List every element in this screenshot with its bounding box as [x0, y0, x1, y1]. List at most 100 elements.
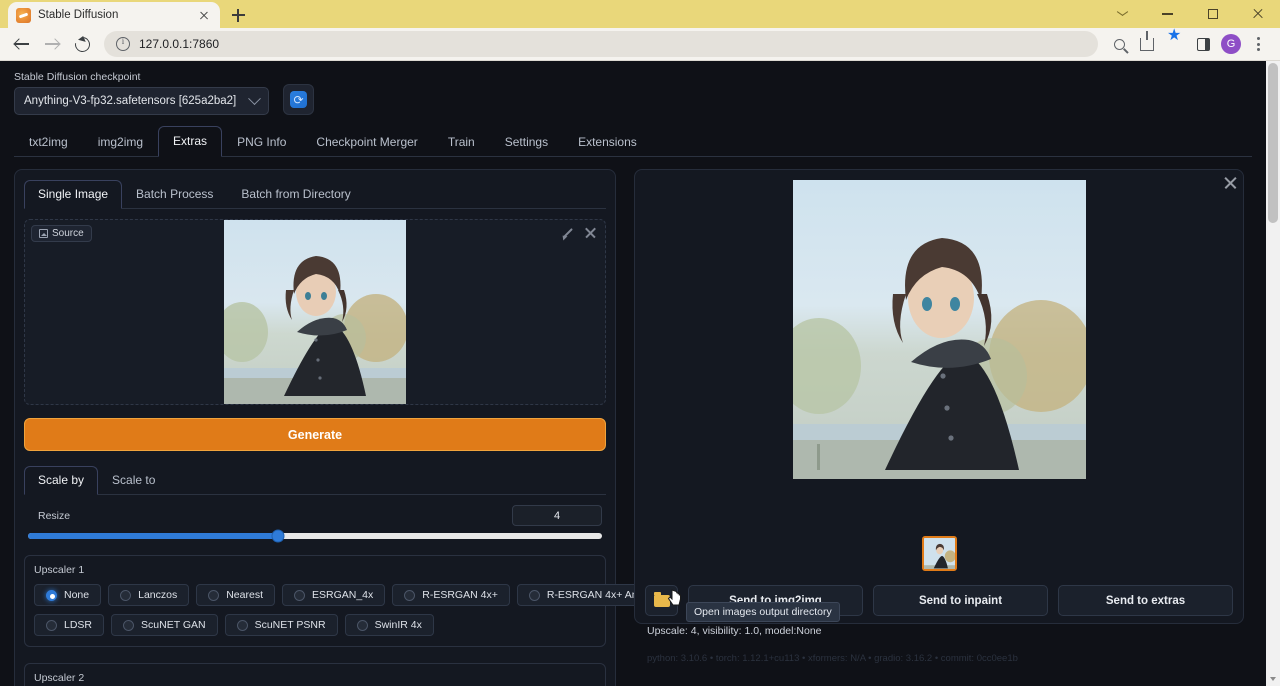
- right-panel: Send to img2img Send to inpaint Send to …: [634, 169, 1244, 624]
- checkpoint-dropdown[interactable]: Anything-V3-fp32.safetensors [625a2ba2]: [14, 87, 269, 115]
- tab-checkpoint-merger[interactable]: Checkpoint Merger: [301, 127, 432, 157]
- chevron-down-icon: [248, 92, 261, 105]
- upscaler1-option-lanczos[interactable]: Lanczos: [108, 584, 189, 606]
- checkpoint-field: Stable Diffusion checkpoint Anything-V3-…: [14, 71, 269, 115]
- upscaler-2-title: Upscaler 2: [34, 672, 596, 684]
- radio-icon: [294, 590, 305, 601]
- source-image-dropzone[interactable]: Source: [24, 219, 606, 405]
- radio-icon: [529, 590, 540, 601]
- upscaler1-option-r-esrgan-4xplus[interactable]: R-ESRGAN 4x+: [392, 584, 510, 606]
- search-icon[interactable]: [1106, 31, 1132, 57]
- tab-single-image[interactable]: Single Image: [24, 180, 122, 209]
- source-label-text: Source: [52, 228, 84, 239]
- tab-extras[interactable]: Extras: [158, 126, 222, 157]
- close-window-button[interactable]: [1235, 0, 1280, 28]
- radio-icon: [404, 590, 415, 601]
- info-icon[interactable]: [116, 37, 130, 51]
- tab-train[interactable]: Train: [433, 127, 490, 157]
- upscaler1-option-scunet-gan[interactable]: ScuNET GAN: [111, 614, 218, 636]
- radio-icon: [120, 590, 131, 601]
- result-image[interactable]: [793, 180, 1086, 479]
- url-text: 127.0.0.1:7860: [139, 37, 219, 51]
- tab-txt2img[interactable]: txt2img: [14, 127, 83, 157]
- tab-png-info[interactable]: PNG Info: [222, 127, 301, 157]
- tab-scale-by[interactable]: Scale by: [24, 466, 98, 495]
- new-tab-button[interactable]: [224, 2, 252, 28]
- browser-titlebar: Stable Diffusion: [0, 0, 1280, 28]
- resize-label: Resize: [28, 510, 70, 522]
- upscaler1-option-ldsr[interactable]: LDSR: [34, 614, 104, 636]
- thumbnail-item[interactable]: [922, 536, 957, 571]
- tab-extensions[interactable]: Extensions: [563, 127, 652, 157]
- upscaler1-option-swinir-4x[interactable]: SwinIR 4x: [345, 614, 434, 636]
- maximize-button[interactable]: [1190, 0, 1235, 28]
- upscaler1-option-scunet-psnr[interactable]: ScuNET PSNR: [225, 614, 338, 636]
- tab-batch-process[interactable]: Batch Process: [122, 180, 227, 209]
- share-icon[interactable]: [1134, 31, 1160, 57]
- bookmark-star-icon[interactable]: [1162, 31, 1188, 57]
- radio-icon: [357, 620, 368, 631]
- refresh-icon: [290, 91, 307, 108]
- resize-value-input[interactable]: 4: [512, 505, 602, 526]
- browser-navbar: 127.0.0.1:7860 G: [0, 28, 1280, 61]
- footer-note: python: 3.10.6 • torch: 1.12.1+cu113 • x…: [645, 653, 1233, 664]
- tab-scale-to[interactable]: Scale to: [98, 466, 169, 495]
- resize-slider[interactable]: [28, 533, 602, 539]
- tab-settings[interactable]: Settings: [490, 127, 563, 157]
- radio-icon: [46, 590, 57, 601]
- chevron-down-icon[interactable]: [1100, 0, 1145, 28]
- upscaler-2-group: Upscaler 2 None Lanczos: [24, 663, 606, 686]
- close-icon[interactable]: [196, 7, 212, 23]
- send-to-extras-button[interactable]: Send to extras: [1058, 585, 1233, 616]
- panels: Single Image Batch Process Batch from Di…: [14, 169, 1252, 686]
- upscaler-1-row-1: None Lanczos Nearest: [34, 584, 596, 606]
- tab-title: Stable Diffusion: [38, 9, 189, 21]
- upscale-info-text: Upscale: 4, visibility: 1.0, model:None: [645, 625, 1233, 637]
- slider-thumb[interactable]: [271, 530, 284, 543]
- radio-icon: [208, 590, 219, 601]
- radio-icon: [46, 620, 57, 631]
- tab-batch-from-directory[interactable]: Batch from Directory: [227, 180, 364, 209]
- source-label: Source: [31, 225, 92, 242]
- source-actions: [561, 226, 597, 239]
- address-bar[interactable]: 127.0.0.1:7860: [104, 31, 1098, 57]
- scale-tabs: Scale by Scale to: [24, 465, 606, 495]
- forward-arrow-icon[interactable]: [38, 30, 66, 58]
- kebab-menu-icon[interactable]: [1246, 31, 1272, 57]
- result-gallery: [645, 180, 1233, 525]
- resize-control: Resize 4: [24, 505, 606, 539]
- scrollbar-thumb[interactable]: [1268, 63, 1278, 223]
- avatar[interactable]: G: [1218, 31, 1244, 57]
- upscaler-1-title: Upscaler 1: [34, 564, 596, 576]
- close-icon[interactable]: [584, 226, 597, 239]
- browser-tab[interactable]: Stable Diffusion: [8, 2, 220, 28]
- result-thumbnails: [645, 536, 1233, 571]
- pencil-icon[interactable]: [561, 226, 574, 239]
- back-arrow-icon[interactable]: [8, 30, 36, 58]
- radio-icon: [123, 620, 134, 631]
- tooltip: Open images output directory: [686, 602, 840, 622]
- upscaler-1-row-2: LDSR ScuNET GAN ScuNET PSNR: [34, 614, 596, 636]
- checkpoint-label: Stable Diffusion checkpoint: [14, 71, 269, 83]
- upscaler1-option-nearest[interactable]: Nearest: [196, 584, 275, 606]
- tab-img2img[interactable]: img2img: [83, 127, 158, 157]
- page-scrollbar[interactable]: [1266, 61, 1280, 686]
- checkpoint-row: Stable Diffusion checkpoint Anything-V3-…: [14, 71, 1252, 115]
- refresh-checkpoints-button[interactable]: [283, 84, 314, 115]
- slider-fill: [28, 533, 278, 539]
- upscaler-1-group: Upscaler 1 None Lanczos: [24, 555, 606, 647]
- send-to-inpaint-button[interactable]: Send to inpaint: [873, 585, 1048, 616]
- scrollbar-down-button[interactable]: [1266, 672, 1280, 686]
- upscaler1-option-none[interactable]: None: [34, 584, 101, 606]
- upscaler1-option-esrgan-4x[interactable]: ESRGAN_4x: [282, 584, 385, 606]
- generate-button[interactable]: Generate: [24, 418, 606, 451]
- main-tabs: txt2img img2img Extras PNG Info Checkpoi…: [14, 125, 1252, 157]
- side-panel-icon[interactable]: [1190, 31, 1216, 57]
- window-controls: [1100, 0, 1280, 28]
- browser-window: Stable Diffusion 127.0.0.1:7860 G: [0, 0, 1280, 686]
- checkpoint-value: Anything-V3-fp32.safetensors [625a2ba2]: [24, 95, 250, 107]
- page-viewport: Stable Diffusion checkpoint Anything-V3-…: [0, 61, 1280, 686]
- mouse-cursor: [667, 589, 683, 609]
- minimize-button[interactable]: [1145, 0, 1190, 28]
- reload-icon[interactable]: [68, 30, 96, 58]
